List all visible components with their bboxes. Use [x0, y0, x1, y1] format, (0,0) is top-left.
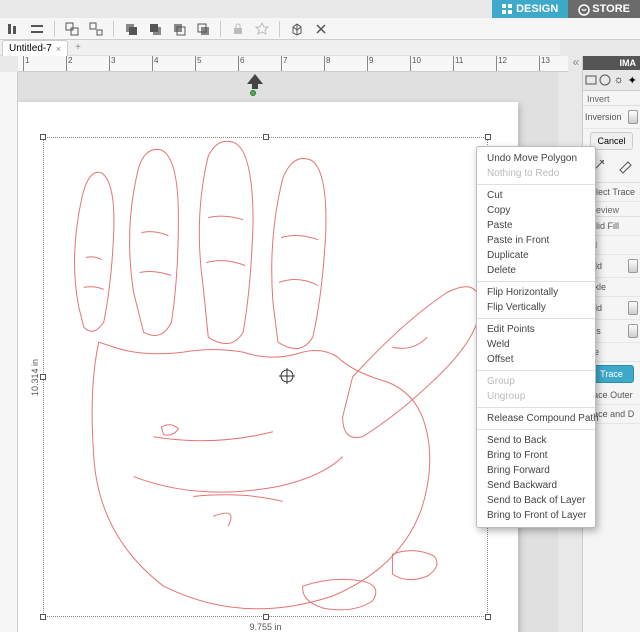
cm-weld[interactable]: Weld	[477, 337, 595, 352]
origin-arrow-icon	[243, 72, 267, 90]
cm-paste-front[interactable]: Paste in Front	[477, 233, 595, 248]
selection-box[interactable]: 9.755 in 10.314 in	[43, 137, 488, 617]
cm-group: Group	[477, 374, 595, 389]
arrange2-icon[interactable]	[146, 20, 164, 38]
pass-slider[interactable]	[628, 324, 638, 338]
toolbar	[0, 18, 640, 40]
file-add-button[interactable]: +	[72, 42, 84, 53]
distribute-icon[interactable]	[28, 20, 46, 38]
file-tabs: Untitled-7 × +	[0, 40, 560, 56]
threshold-slider[interactable]	[628, 259, 638, 273]
lock-icon[interactable]	[229, 20, 247, 38]
file-tab-label: Untitled-7	[9, 43, 52, 54]
arrange1-icon[interactable]	[122, 20, 140, 38]
cm-offset[interactable]: Offset	[477, 352, 595, 367]
center-crosshair-icon	[279, 368, 295, 384]
tab-store-label: STORE	[592, 3, 630, 15]
ruler-vertical	[0, 72, 18, 632]
panel-crop-icon[interactable]: ✦	[627, 73, 639, 87]
cm-bring-front[interactable]: Bring to Front	[477, 448, 595, 463]
cm-edit-points[interactable]: Edit Points	[477, 322, 595, 337]
ungroup-icon[interactable]	[87, 20, 105, 38]
file-tab[interactable]: Untitled-7 ×	[2, 40, 68, 56]
tab-design-label: DESIGN	[516, 3, 558, 15]
cm-delete[interactable]: Delete	[477, 263, 595, 278]
cm-release[interactable]: Release Compound Path	[477, 411, 595, 426]
eraser-icon[interactable]	[616, 157, 634, 178]
close-icon[interactable]	[312, 20, 330, 38]
cm-redo: Nothing to Redo	[477, 166, 595, 181]
cm-bring-front-layer[interactable]: Bring to Front of Layer	[477, 508, 595, 523]
collapse-panel-icon[interactable]: «	[570, 56, 582, 70]
cm-send-back-layer[interactable]: Send to Back of Layer	[477, 493, 595, 508]
page: 9.755 in 10.314 in	[18, 102, 518, 632]
cm-copy[interactable]: Copy	[477, 203, 595, 218]
cm-bring-forward[interactable]: Bring Forward	[477, 463, 595, 478]
inversion-slider[interactable]	[628, 110, 638, 124]
selection-width: 9.755 in	[44, 622, 487, 632]
store-icon	[578, 4, 588, 14]
cm-undo[interactable]: Undo Move Polygon	[477, 151, 595, 166]
arrange3-icon[interactable]	[170, 20, 188, 38]
traced-handprint[interactable]	[44, 138, 487, 616]
panel-image-icon[interactable]	[585, 73, 597, 87]
cm-flip-h[interactable]: Flip Horizontally	[477, 285, 595, 300]
tab-store[interactable]: STORE	[568, 0, 640, 18]
group-icon[interactable]	[63, 20, 81, 38]
panel-brightness-icon[interactable]: ☼	[613, 73, 625, 87]
selection-height: 10.314 in	[30, 138, 40, 616]
panel-header: IMA	[583, 56, 640, 70]
cm-ungroup: Ungroup	[477, 389, 595, 404]
cube-icon[interactable]	[288, 20, 306, 38]
speckle-slider[interactable]	[628, 301, 638, 315]
star-icon[interactable]	[253, 20, 271, 38]
inversion-label: Inversion	[585, 112, 628, 122]
invert-label: Invert	[583, 91, 640, 106]
file-tab-close[interactable]: ×	[56, 44, 61, 54]
rotation-handle[interactable]	[250, 90, 256, 96]
cm-cut[interactable]: Cut	[477, 188, 595, 203]
cancel-button[interactable]: Cancel	[590, 132, 632, 150]
ruler-horizontal: 1 2 3 4 5 6 7 8 9 10 11 12 13	[18, 56, 568, 72]
tab-design[interactable]: DESIGN	[492, 0, 568, 18]
cm-duplicate[interactable]: Duplicate	[477, 248, 595, 263]
cm-flip-v[interactable]: Flip Vertically	[477, 300, 595, 315]
grid-icon	[502, 4, 512, 14]
arrange4-icon[interactable]	[194, 20, 212, 38]
align-icon[interactable]	[4, 20, 22, 38]
cm-paste[interactable]: Paste	[477, 218, 595, 233]
panel-palette-icon[interactable]	[599, 73, 611, 87]
cm-send-back[interactable]: Send to Back	[477, 433, 595, 448]
context-menu: Undo Move Polygon Nothing to Redo Cut Co…	[476, 146, 596, 528]
cm-send-backward[interactable]: Send Backward	[477, 478, 595, 493]
